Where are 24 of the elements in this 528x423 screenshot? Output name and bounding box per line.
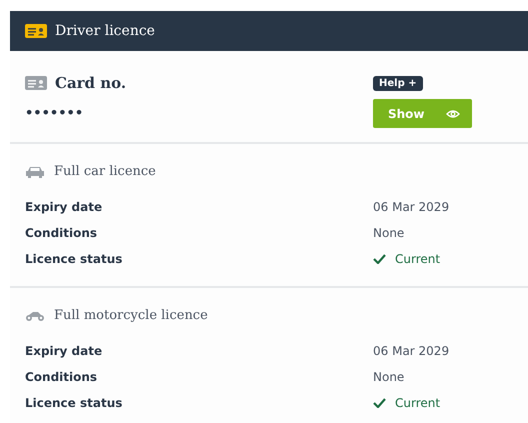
help-button[interactable]: Help + — [373, 76, 423, 90]
field-label: Conditions — [25, 370, 98, 384]
field-value: 06 Mar 2029 — [373, 200, 450, 214]
card-label: Card no. — [55, 73, 126, 94]
car-icon — [25, 164, 45, 178]
field-label: Expiry date — [25, 200, 102, 214]
licence-title: Full motorcycle licence — [54, 308, 208, 322]
check-icon — [373, 398, 386, 408]
field-value: 06 Mar 2029 — [373, 344, 450, 358]
field-label: Licence status — [25, 396, 122, 410]
eye-icon — [446, 108, 460, 118]
id-card-icon — [25, 76, 47, 90]
field-value: None — [373, 226, 404, 240]
licence-title: Full car licence — [54, 164, 156, 178]
id-card-icon — [25, 24, 47, 38]
masked-number: ••••••• — [25, 106, 84, 121]
field-label: Conditions — [25, 226, 98, 240]
status-value: Current — [395, 396, 440, 410]
header-title: Driver licence — [55, 23, 155, 39]
check-icon — [373, 254, 386, 264]
field-value: None — [373, 370, 404, 384]
field-label: Licence status — [25, 252, 122, 266]
field-label: Expiry date — [25, 344, 102, 358]
status-value: Current — [395, 252, 440, 266]
